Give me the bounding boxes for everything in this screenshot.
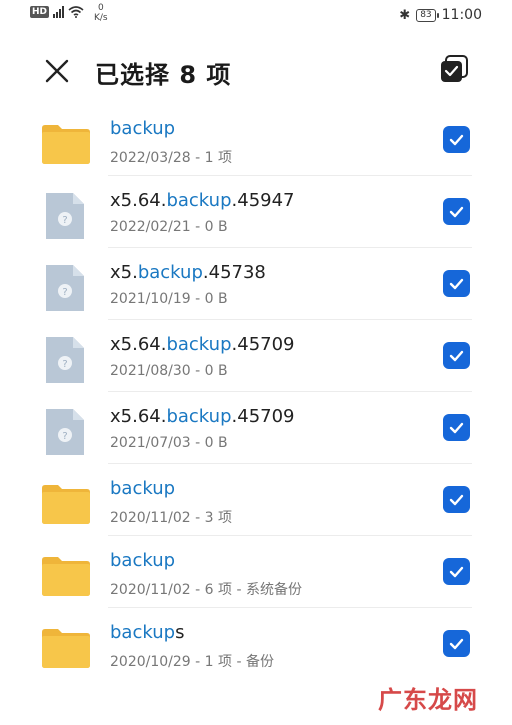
close-icon[interactable]: [40, 54, 74, 88]
unknown-file-icon: ?: [46, 265, 84, 311]
file-name-suffix: .45709: [231, 406, 295, 427]
check-icon: [449, 206, 464, 218]
net-speed-value: 0: [97, 3, 104, 13]
file-meta: 2022/03/28 - 1 项: [110, 150, 233, 166]
watermark: 广东龙网: [378, 686, 478, 714]
checkbox[interactable]: [443, 342, 470, 369]
checkbox[interactable]: [443, 126, 470, 153]
list-item[interactable]: ? x5.backup.45738 2021/10/19 - 0 B: [0, 248, 512, 320]
checkbox[interactable]: [443, 486, 470, 513]
list-item[interactable]: ? x5.64.backup.45947 2022/02/21 - 0 B: [0, 176, 512, 248]
list-item[interactable]: backup 2020/11/02 - 3 项: [0, 464, 512, 536]
file-meta: 2021/07/03 - 0 B: [110, 435, 228, 451]
status-right: ✱ 83 11:00: [399, 7, 482, 23]
checkbox[interactable]: [443, 558, 470, 585]
net-speed-unit: K/s: [94, 13, 108, 23]
file-name-highlight: backup: [110, 622, 176, 643]
svg-text:?: ?: [62, 359, 67, 370]
file-name-prefix: x5.64.: [110, 334, 167, 355]
status-bar: HD 0 K/s ✱ 83 11:00: [0, 0, 512, 34]
unknown-file-icon: ?: [46, 193, 84, 239]
folder-icon: [42, 629, 90, 668]
file-meta: 2020/10/29 - 1 项 - 备份: [110, 654, 274, 670]
list-item[interactable]: backups 2020/10/29 - 1 项 - 备份: [0, 608, 512, 680]
page-title: 已选择 8 项: [95, 61, 232, 89]
file-meta: 2020/11/02 - 6 项 - 系统备份: [110, 582, 302, 598]
file-name-highlight: backup: [166, 334, 232, 355]
svg-text:?: ?: [62, 431, 67, 442]
file-meta: 2022/02/21 - 0 B: [110, 219, 228, 235]
battery-icon: 83: [416, 8, 440, 22]
folder-icon: [42, 557, 90, 596]
file-name-highlight: backup: [166, 406, 232, 427]
check-icon: [449, 350, 464, 362]
signal-icon: [53, 6, 65, 18]
bluetooth-icon: ✱: [399, 7, 411, 23]
file-name: x5.64.backup.45947: [110, 190, 295, 211]
check-icon: [449, 494, 464, 506]
file-meta: 2021/08/30 - 0 B: [110, 363, 228, 379]
check-icon: [449, 422, 464, 434]
clock: 11:00: [441, 7, 482, 23]
unknown-file-icon: ?: [46, 337, 84, 383]
list-item[interactable]: backup 2020/11/02 - 6 项 - 系统备份: [0, 536, 512, 608]
file-name-highlight: backup: [137, 262, 203, 283]
file-name: x5.backup.45738: [110, 262, 266, 283]
check-icon: [449, 134, 464, 146]
file-name-prefix: x5.64.: [110, 406, 167, 427]
file-name-highlight: backup: [110, 478, 176, 499]
selection-header: 已选择 8 项: [0, 44, 512, 100]
file-name-suffix: .45709: [231, 334, 295, 355]
network-speed: 0 K/s: [94, 3, 108, 23]
file-meta: 2020/11/02 - 3 项: [110, 510, 233, 526]
file-name-prefix: x5.: [110, 262, 138, 283]
file-name: backup: [110, 550, 175, 571]
file-name-highlight: backup: [110, 118, 176, 139]
folder-icon: [42, 125, 90, 164]
file-name-suffix: .45738: [202, 262, 266, 283]
file-name: backup: [110, 478, 175, 499]
checkbox[interactable]: [443, 414, 470, 441]
file-list: backup 2022/03/28 - 1 项 ? x5.64.backup.4…: [0, 104, 512, 680]
check-icon: [449, 566, 464, 578]
file-name-highlight: backup: [110, 550, 176, 571]
wifi-icon: [68, 6, 84, 18]
file-name: backups: [110, 622, 184, 643]
file-name-highlight: backup: [166, 190, 232, 211]
list-item[interactable]: ? x5.64.backup.45709 2021/07/03 - 0 B: [0, 392, 512, 464]
file-meta: 2021/10/19 - 0 B: [110, 291, 228, 307]
file-name-prefix: x5.64.: [110, 190, 167, 211]
unknown-file-icon: ?: [46, 409, 84, 455]
file-name: backup: [110, 118, 175, 139]
check-icon: [449, 278, 464, 290]
svg-text:?: ?: [62, 215, 67, 226]
checkbox[interactable]: [443, 630, 470, 657]
list-item[interactable]: ? x5.64.backup.45709 2021/08/30 - 0 B: [0, 320, 512, 392]
select-all-icon[interactable]: [439, 54, 469, 84]
file-name: x5.64.backup.45709: [110, 334, 295, 355]
svg-text:?: ?: [62, 287, 67, 298]
list-item[interactable]: backup 2022/03/28 - 1 项: [0, 104, 512, 176]
file-name: x5.64.backup.45709: [110, 406, 295, 427]
check-icon: [449, 638, 464, 650]
folder-icon: [42, 485, 90, 524]
file-name-suffix: s: [175, 622, 185, 643]
checkbox[interactable]: [443, 270, 470, 297]
checkbox[interactable]: [443, 198, 470, 225]
status-left: HD: [30, 6, 84, 18]
hd-badge: HD: [30, 6, 50, 18]
file-name-suffix: .45947: [231, 190, 295, 211]
